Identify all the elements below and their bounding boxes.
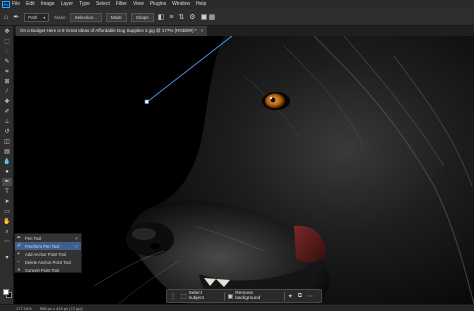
menu-edit[interactable]: Edit: [26, 0, 35, 9]
path-operations-icon[interactable]: ◧: [158, 13, 165, 21]
zoom-level[interactable]: 177.16%: [16, 306, 32, 311]
menu-help[interactable]: Help: [196, 0, 206, 9]
home-icon[interactable]: ⌂: [4, 14, 8, 21]
lasso-tool-icon[interactable]: ◌: [2, 48, 12, 56]
flyout-item-label: Convert Point Tool: [25, 267, 60, 273]
options-bar: ⌂ ✒ Path ▾ Make: Selection... Mask Shape…: [0, 9, 474, 26]
gradient-tool-icon[interactable]: ▤: [2, 148, 12, 156]
tool-mode-select[interactable]: Path ▾: [24, 12, 50, 22]
flyout-item-pen-tool[interactable]: ✒ Pen Tool P: [15, 234, 81, 242]
generative-fill-icon[interactable]: ✦: [288, 293, 293, 300]
freeform-pen-icon: ✐: [17, 243, 22, 249]
document-canvas[interactable]: [14, 36, 474, 304]
path-alignment-icon[interactable]: ≡: [169, 14, 173, 21]
chevron-down-icon: ▾: [43, 14, 46, 20]
remove-background-label: Remove background: [235, 291, 261, 301]
select-subject-button[interactable]: ⬚ Select subject: [181, 291, 217, 301]
flyout-item-shortcut: P: [75, 243, 78, 249]
convert-point-icon: ∧: [17, 267, 21, 273]
add-anchor-icon: +: [17, 251, 20, 257]
remove-background-button[interactable]: ▣ Remove background: [228, 291, 277, 301]
divider: [283, 291, 285, 301]
menu-file[interactable]: File: [12, 0, 20, 9]
make-mask-button[interactable]: Mask: [105, 12, 127, 22]
type-tool-icon[interactable]: T: [2, 188, 12, 196]
frame-tool-icon[interactable]: ⊠: [2, 78, 12, 86]
healing-brush-tool-icon[interactable]: ✚: [2, 98, 12, 106]
tool-mode-value: Path: [28, 14, 38, 20]
marquee-tool-icon[interactable]: ⬚: [2, 38, 12, 46]
document-tab[interactable]: On a Budget Here is 8 Great Ideas of Aff…: [16, 26, 208, 36]
flyout-item-label: Delete Anchor Point Tool: [25, 259, 71, 265]
flyout-item-shortcut: P: [75, 235, 78, 241]
pen-tool-flyout-menu: ✒ Pen Tool P ✐ Freeform Pen Tool P + Add…: [14, 233, 82, 273]
clone-stamp-tool-icon[interactable]: ⊥: [2, 118, 12, 126]
select-subject-label: Select subject: [188, 291, 204, 301]
transform-icon[interactable]: ⧉: [298, 293, 302, 300]
pen-tool-preset-icon[interactable]: ✒: [13, 13, 19, 21]
make-selection-button[interactable]: Selection...: [69, 12, 102, 22]
photoshop-logo: Ps: [2, 1, 10, 8]
dog-photo: [14, 36, 474, 304]
flyout-item-label: Add Anchor Point Tool: [25, 251, 67, 257]
flyout-item-freeform-pen-tool[interactable]: ✐ Freeform Pen Tool P: [15, 242, 81, 250]
menu-image[interactable]: Image: [41, 0, 55, 9]
menu-type[interactable]: Type: [79, 0, 90, 9]
document-tab-title: On a Budget Here is 8 Great Ideas of Aff…: [20, 28, 197, 33]
delete-anchor-icon: −: [17, 259, 20, 265]
close-icon[interactable]: ×: [201, 26, 204, 36]
select-subject-icon: ⬚: [181, 293, 187, 300]
menu-bar: Ps File Edit Image Layer Type Select Fil…: [0, 0, 474, 9]
flyout-item-delete-anchor-point-tool[interactable]: − Delete Anchor Point Tool: [15, 258, 81, 266]
photoshop-window: Ps File Edit Image Layer Type Select Fil…: [0, 0, 474, 311]
path-arrangement-icon[interactable]: ⇅: [178, 13, 184, 21]
zoom-tool-icon[interactable]: ⌕: [2, 228, 12, 236]
rectangle-tool-icon[interactable]: ▭: [2, 208, 12, 216]
divider: [223, 291, 225, 301]
menu-view[interactable]: View: [133, 0, 144, 9]
hand-tool-icon[interactable]: ✋: [2, 218, 12, 226]
menu-window[interactable]: Window: [172, 0, 190, 9]
edit-toolbar-icon[interactable]: ▾: [2, 254, 12, 262]
flyout-item-label: Pen Tool: [25, 235, 42, 241]
move-tool-icon[interactable]: ✥: [2, 28, 12, 36]
pen-tool-icon[interactable]: ✒: [2, 178, 12, 186]
menu-filter[interactable]: Filter: [116, 0, 127, 9]
status-bar: 177.16% 598 px x 419 px (72 ppi): [0, 304, 474, 311]
crop-tool-icon[interactable]: ⌗: [2, 68, 12, 76]
pen-icon: ✒: [17, 235, 22, 241]
more-tools-icon[interactable]: ⋯: [2, 238, 12, 246]
make-label: Make:: [54, 14, 67, 20]
more-options-icon[interactable]: ⋯: [307, 293, 313, 300]
make-shape-button[interactable]: Shape: [130, 12, 154, 22]
menu-plugins[interactable]: Plugins: [150, 0, 166, 9]
gear-icon[interactable]: ⚙: [189, 13, 195, 21]
blur-tool-icon[interactable]: 💧: [2, 158, 12, 166]
flyout-item-label: Freeform Pen Tool: [25, 243, 60, 249]
menu-select[interactable]: Select: [96, 0, 110, 9]
quick-selection-tool-icon[interactable]: ✎: [2, 58, 12, 66]
document-tab-bar: On a Budget Here is 8 Great Ideas of Aff…: [14, 26, 474, 36]
document-dimensions: 598 px x 419 px (72 ppi): [39, 305, 83, 311]
path-selection-tool-icon[interactable]: ➤: [2, 198, 12, 206]
eraser-tool-icon[interactable]: ◫: [2, 138, 12, 146]
history-brush-tool-icon[interactable]: ↺: [2, 128, 12, 136]
align-edges-icon[interactable]: ▦: [209, 13, 216, 21]
flyout-item-add-anchor-point-tool[interactable]: + Add Anchor Point Tool: [15, 250, 81, 258]
dodge-tool-icon[interactable]: ●: [2, 168, 12, 176]
tools-panel: ✥ ⬚ ◌ ✎ ⌗ ⊠ ⁄ ✚ ✐ ⊥ ↺ ◫ ▤ 💧 ● ✒ T ➤ ▭ ✋ …: [0, 26, 14, 304]
menu-layer[interactable]: Layer: [61, 0, 74, 9]
eyedropper-tool-icon[interactable]: ⁄: [2, 88, 12, 96]
drag-handle-icon[interactable]: ⋮: [170, 293, 176, 300]
foreground-color-swatch[interactable]: [3, 289, 9, 295]
flyout-item-convert-point-tool[interactable]: ∧ Convert Point Tool: [15, 266, 81, 274]
auto-add-delete-checkbox[interactable]: [200, 14, 207, 20]
contextual-task-bar: ⋮ ⬚ Select subject ▣ Remove background ✦…: [166, 289, 322, 303]
brush-tool-icon[interactable]: ✐: [2, 108, 12, 116]
remove-background-icon: ▣: [227, 293, 234, 300]
